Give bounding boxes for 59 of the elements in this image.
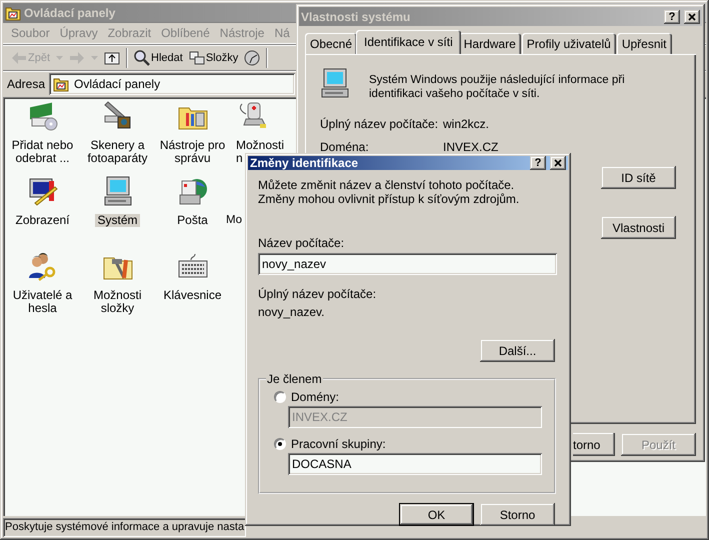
dialog-button[interactable]: OK (399, 503, 474, 526)
tab[interactable]: Identifikace v síti (356, 30, 461, 54)
group-label: Je členem (266, 372, 323, 386)
close-button[interactable] (550, 156, 566, 170)
clock-icon (244, 50, 260, 66)
search-button[interactable]: Hledat (132, 48, 185, 68)
radio-button[interactable] (274, 438, 286, 450)
item-label[interactable]: Systém (95, 214, 140, 227)
field-label: Doména: (320, 140, 370, 154)
item-label[interactable]: Přidat nebo odebrat ... (6, 139, 80, 165)
item-label[interactable]: Uživatelé a hesla (6, 289, 80, 315)
item-label[interactable]: Nástroje pro správu (156, 139, 230, 165)
folders-icon (188, 50, 205, 66)
field-value: INVEX.CZ (443, 140, 500, 154)
field-label: Úplný název počítače: (320, 117, 440, 131)
field-value: win2kcz. (443, 117, 490, 131)
footer-button[interactable]: torno (573, 433, 615, 456)
tab[interactable]: Upřesnit (616, 33, 672, 54)
folders-button[interactable]: Složky (186, 48, 240, 68)
intro-text: Můžete změnit název a členství tohoto počítače. Změny mohou ovlivnit přístup k síťovým zdrojům. (258, 178, 520, 206)
computer-icon (319, 67, 351, 99)
dialog-button[interactable]: Storno (480, 503, 555, 526)
item-label[interactable]: Skenery a fotoaparáty (80, 139, 154, 165)
help-button[interactable]: ? (530, 156, 546, 170)
window-title: Změny identifikace (250, 156, 358, 170)
field-label: Úplný název počítače: (258, 287, 378, 301)
window-title: Ovládací panely (24, 6, 116, 20)
computer-icon (102, 175, 134, 207)
side-button[interactable]: Vlastnosti (601, 216, 676, 239)
close-icon (688, 12, 696, 20)
item-label[interactable]: Možnosti složky (80, 289, 154, 315)
window-title: Vlastnosti systému (301, 10, 410, 24)
description-text: Systém Windows použije následující informace při identifikaci vašeho počítače v síti. (369, 73, 626, 101)
close-icon (554, 159, 562, 167)
field-value: novy_nazev. (258, 305, 326, 319)
name-field[interactable]: novy_nazev (258, 253, 557, 275)
control-panel-icon (53, 76, 70, 92)
tab[interactable]: Hardware (458, 33, 521, 54)
arrow-left-icon (11, 50, 27, 66)
radio-label[interactable]: Pracovní skupiny: (291, 437, 386, 451)
item-label[interactable]: Mo (226, 214, 242, 227)
search-icon (134, 50, 150, 66)
field-label: Název počítače: (258, 236, 346, 250)
arrow-right-icon (69, 50, 86, 66)
item-label[interactable]: Zobrazení (13, 214, 72, 227)
tab[interactable]: Profily uživatelů (522, 33, 616, 54)
item-label[interactable]: Pošta (175, 214, 210, 227)
text-field[interactable]: DOCASNA (288, 453, 542, 475)
history-button[interactable] (242, 48, 262, 68)
side-button[interactable]: ID sítě (601, 166, 676, 189)
item-label[interactable]: n (236, 152, 243, 165)
address-field[interactable]: Ovládací panely (49, 72, 296, 94)
status-text: Poskytuje systémové informace a upravuje nasta (3, 518, 246, 537)
item-label[interactable]: Klávesnice (161, 289, 224, 302)
item-label[interactable]: Možnosti (236, 139, 284, 152)
address-label: Adresa (7, 76, 46, 90)
tab[interactable]: Obecné (305, 33, 358, 54)
more-button[interactable]: Další... (480, 339, 555, 362)
folder-up-icon (104, 50, 120, 66)
